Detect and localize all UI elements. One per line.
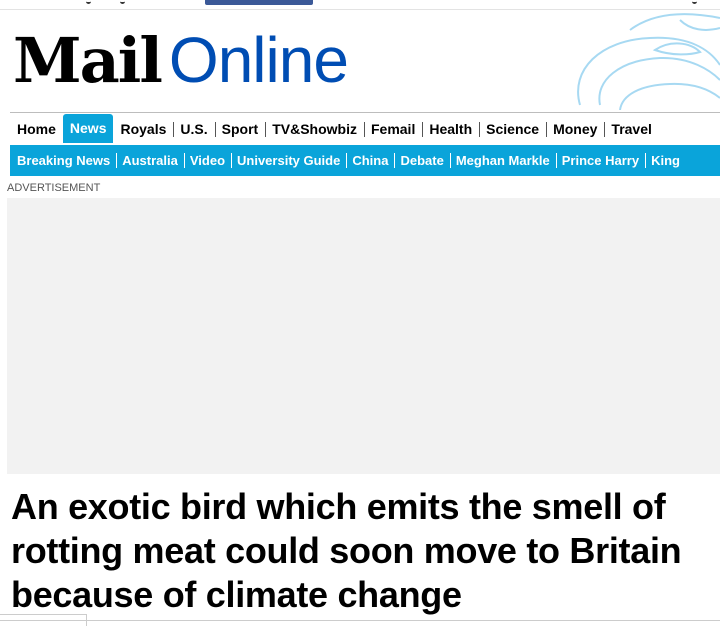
nav-us[interactable]: U.S. — [173, 115, 214, 143]
primary-nav: Home News Royals U.S. Sport TV&Showbiz F… — [10, 112, 720, 143]
subnav-debate[interactable]: Debate — [394, 145, 449, 176]
nav-royals[interactable]: Royals — [113, 115, 173, 143]
advertisement-label: ADVERTISEMENT — [7, 182, 101, 194]
swirl-icon — [577, 13, 720, 110]
subnav-australia[interactable]: Australia — [116, 145, 184, 176]
nav-money[interactable]: Money — [546, 115, 604, 143]
subnav-university-guide[interactable]: University Guide — [231, 145, 346, 176]
masthead: Mail Online — [0, 10, 720, 110]
nav-news[interactable]: News — [62, 114, 114, 143]
nav-science[interactable]: Science — [479, 115, 546, 143]
subnav-video[interactable]: Video — [183, 145, 231, 176]
nav-home[interactable]: Home — [10, 115, 63, 143]
nav-travel[interactable]: Travel — [604, 115, 658, 143]
article-headline: An exotic bird which emits the smell of … — [11, 486, 682, 615]
clipped-text-fragment — [120, 0, 125, 4]
secondary-nav: Breaking News Australia Video University… — [10, 145, 720, 176]
bottom-divider — [0, 620, 720, 621]
nav-health[interactable]: Health — [422, 115, 479, 143]
nav-tv-showbiz[interactable]: TV&Showbiz — [265, 115, 364, 143]
subnav-king[interactable]: King — [645, 145, 686, 176]
clipped-text-fragment — [86, 0, 91, 4]
subnav-china[interactable]: China — [346, 145, 394, 176]
facebook-button[interactable] — [205, 0, 313, 5]
advertisement-slot[interactable] — [7, 198, 720, 474]
nav-femail[interactable]: Femail — [363, 115, 422, 143]
clipped-text-fragment — [692, 0, 697, 4]
logo-online-text: Online — [168, 24, 349, 96]
subnav-meghan-markle[interactable]: Meghan Markle — [449, 145, 556, 176]
subnav-breaking-news[interactable]: Breaking News — [10, 145, 116, 176]
subnav-prince-harry[interactable]: Prince Harry — [555, 145, 645, 176]
top-share-strip — [0, 0, 720, 10]
logo-mail-text: Mail — [13, 23, 163, 97]
nav-sport[interactable]: Sport — [214, 115, 266, 143]
site-logo[interactable]: Mail Online — [13, 10, 349, 110]
